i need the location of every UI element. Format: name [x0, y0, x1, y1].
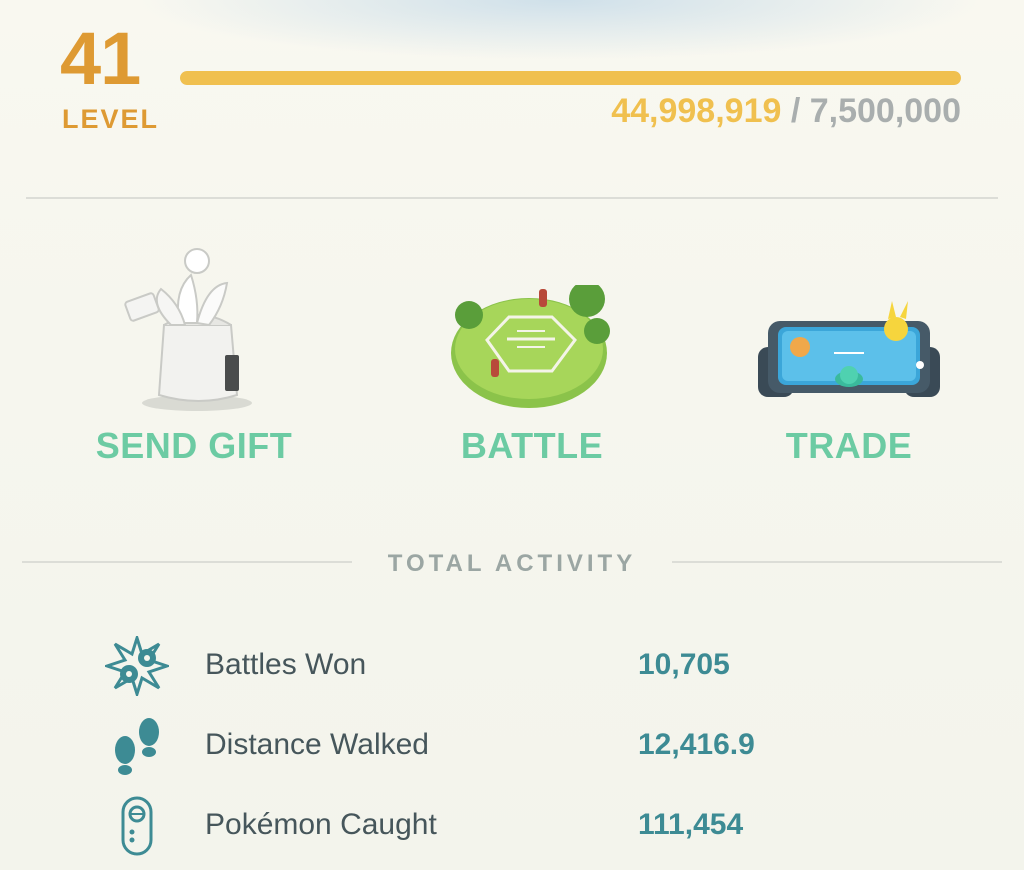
stat-row-distance-walked: Distance Walked 12,416.9 [0, 716, 1024, 776]
stat-value: 111,454 [638, 808, 744, 841]
xp-current: 44,998,919 [611, 92, 782, 130]
pokeball-capsule-icon [105, 796, 169, 856]
stat-label: Pokémon Caught [205, 808, 437, 841]
header-divider [26, 197, 998, 199]
gift-icon [64, 240, 324, 415]
level-label: LEVEL [62, 104, 160, 134]
xp-progress-fill [180, 71, 961, 85]
battle-button[interactable]: BATTLE [402, 240, 662, 467]
stat-row-battles-won: Battles Won 10,705 [0, 636, 1024, 696]
xp-goal: 7,500,000 [809, 92, 961, 130]
total-activity-title: TOTAL ACTIVITY [387, 550, 637, 577]
level-number: 41 [60, 17, 141, 100]
stat-value: 12,416.9 [638, 728, 755, 761]
trade-label: TRADE [785, 425, 913, 466]
xp-counter: 44,998,919 / 7,500,000 [611, 94, 961, 128]
xp-separator: / [781, 92, 810, 130]
stat-label: Battles Won [205, 648, 367, 681]
stat-label: Distance Walked [205, 728, 429, 761]
battle-label: BATTLE [460, 425, 604, 466]
send-gift-button[interactable]: SEND GIFT [64, 240, 324, 467]
footprints-icon [105, 716, 169, 776]
battle-arena-icon [402, 240, 662, 415]
section-rule-right [672, 561, 1002, 563]
trade-device-icon [719, 240, 979, 415]
xp-progress-bar [180, 71, 961, 85]
stat-value: 10,705 [638, 648, 730, 681]
send-gift-label: SEND GIFT [95, 425, 293, 466]
trade-button[interactable]: TRADE [719, 240, 979, 467]
battles-won-icon [105, 636, 169, 696]
stat-row-pokemon-caught: Pokémon Caught 111,454 [0, 796, 1024, 856]
